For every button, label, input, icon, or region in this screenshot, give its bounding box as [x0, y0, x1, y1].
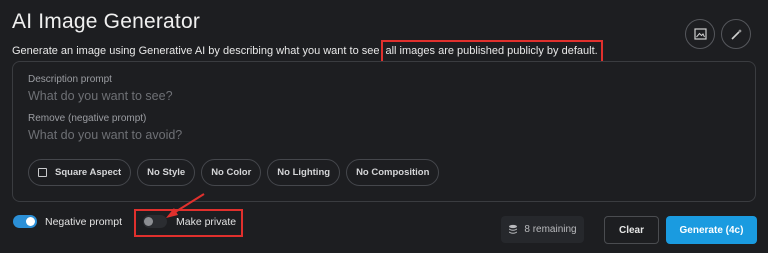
make-private-toggle[interactable]: [143, 215, 167, 228]
chip-no-style[interactable]: No Style: [137, 159, 196, 186]
square-icon: [38, 168, 47, 177]
toggle-knob: [144, 217, 153, 226]
chip-square-aspect[interactable]: Square Aspect: [28, 159, 132, 186]
coins-icon: [509, 224, 518, 234]
chip-no-composition[interactable]: No Composition: [346, 159, 440, 186]
chip-label: No Color: [211, 167, 252, 178]
magic-wand-button[interactable]: [721, 19, 751, 49]
chip-label: No Composition: [356, 167, 430, 178]
page-title: AI Image Generator: [12, 10, 201, 33]
magic-wand-icon: [730, 28, 742, 40]
image-upload-button[interactable]: [685, 19, 715, 49]
chip-no-color[interactable]: No Color: [201, 159, 262, 186]
option-chips: Square Aspect No Style No Color No Light…: [28, 159, 440, 186]
chip-label: No Lighting: [277, 167, 331, 178]
remaining-credits: 8 remaining: [501, 216, 584, 243]
page-subtitle: Generate an image using Generative AI by…: [12, 40, 603, 63]
description-label: Description prompt: [28, 74, 112, 85]
negative-prompt-toggle-label: Negative prompt: [45, 215, 123, 228]
make-private-label: Make private: [176, 215, 237, 228]
clear-button[interactable]: Clear: [604, 216, 659, 244]
description-input[interactable]: What do you want to see?: [28, 89, 173, 103]
negative-prompt-input[interactable]: What do you want to avoid?: [28, 128, 182, 142]
negative-prompt-toggle[interactable]: [13, 215, 37, 228]
image-icon: [693, 28, 707, 40]
chip-label: No Style: [147, 167, 186, 178]
prompt-panel: Description prompt What do you want to s…: [12, 61, 756, 202]
negative-prompt-label: Remove (negative prompt): [28, 113, 147, 124]
chip-label: Square Aspect: [55, 167, 122, 178]
public-notice-highlight: all images are published publicly by def…: [380, 40, 603, 63]
generate-button[interactable]: Generate (4c): [666, 216, 757, 244]
chip-no-lighting[interactable]: No Lighting: [267, 159, 341, 186]
toggle-knob: [26, 217, 35, 226]
negative-prompt-toggle-row: Negative prompt: [13, 215, 122, 228]
make-private-toggle-row: Make private: [143, 215, 236, 228]
subtitle-text: Generate an image using Generative AI by…: [12, 45, 380, 57]
remaining-label: 8 remaining: [524, 224, 577, 235]
